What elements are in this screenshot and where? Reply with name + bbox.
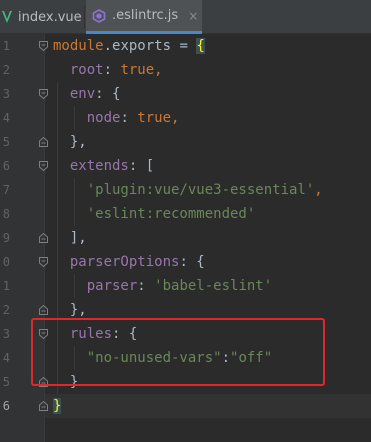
property-token: root (53, 62, 104, 78)
property-token: parserOptions (53, 254, 180, 270)
line-number: 9 (2, 231, 10, 245)
punctuation-token: : (137, 278, 155, 294)
line-number: 1 (2, 39, 10, 53)
punctuation-token: , (154, 62, 163, 78)
keyword-token: module (53, 38, 104, 54)
line-number: 5 (2, 375, 10, 389)
code-line: module.exports = { (53, 34, 205, 58)
punctuation-token: : (120, 110, 138, 126)
punctuation-token: : [ (128, 158, 155, 174)
line-number: 3 (2, 87, 10, 101)
property-token: extends (53, 158, 129, 174)
punctuation-token: : { (95, 86, 121, 102)
property-token: env (53, 86, 96, 102)
code-line: } (53, 394, 62, 418)
code-line: env: { (53, 82, 121, 106)
line-number: 1 (2, 279, 10, 293)
editor-tab-bar: index.vue .eslintrc.js × (0, 0, 371, 34)
code-line: extends: [ (53, 154, 154, 178)
code-line: parser: 'babel-eslint' (53, 274, 272, 298)
string-token: 'eslint:recommended' (86, 206, 256, 222)
editor-window: index.vue .eslintrc.js × 1 2 3 4 5 6 7 8… (0, 0, 371, 442)
string-token: 'plugin:vue/vue3-essential' (86, 182, 315, 198)
line-number: 4 (2, 111, 10, 125)
operator-token: = (171, 38, 197, 54)
string-token: 'babel-eslint' (154, 278, 273, 294)
keyword-token: true (120, 62, 155, 78)
tab-label: index.vue (18, 9, 82, 25)
code-line: root: true, (53, 58, 163, 82)
fold-collapse-icon[interactable] (39, 161, 48, 171)
fold-end-icon[interactable] (39, 401, 48, 411)
fold-end-icon[interactable] (39, 305, 48, 315)
matched-brace: } (53, 398, 62, 414)
punctuation-token: . (103, 38, 113, 54)
fold-end-icon[interactable] (39, 137, 48, 147)
punctuation-token: , (314, 182, 323, 198)
punctuation-token: : { (179, 254, 205, 270)
line-number: 0 (2, 255, 10, 269)
fold-collapse-icon[interactable] (39, 41, 48, 51)
tab-index-vue[interactable]: index.vue (0, 0, 84, 34)
line-number-current: 6 (2, 399, 10, 413)
punctuation-token: : (103, 62, 121, 78)
line-number: 6 (2, 159, 10, 173)
punctuation-token: , (171, 110, 180, 126)
tab-divider (84, 6, 85, 28)
code-line: node: true, (53, 106, 180, 130)
code-line: }, (53, 134, 87, 150)
line-number: 5 (2, 135, 10, 149)
line-number: 2 (2, 303, 10, 317)
property-token: parser (53, 278, 138, 294)
fold-end-icon[interactable] (39, 233, 48, 243)
matched-brace: { (196, 38, 205, 54)
eslint-icon (92, 8, 106, 23)
vue-icon (2, 11, 12, 23)
line-number: 8 (2, 207, 10, 221)
close-tab-icon[interactable]: × (188, 9, 198, 23)
code-line: 'plugin:vue/vue3-essential', (53, 178, 323, 202)
line-number: 4 (2, 351, 10, 365)
property-token: node (53, 110, 121, 126)
line-number: 3 (2, 327, 10, 341)
line-number: 2 (2, 63, 10, 77)
tab-label: .eslintrc.js (112, 8, 179, 23)
code-line: parserOptions: { (53, 250, 205, 274)
keyword-token: true (137, 110, 172, 126)
fold-collapse-icon[interactable] (39, 89, 48, 99)
identifier-token: exports (112, 38, 172, 54)
code-line: ], (53, 230, 87, 246)
code-line: 'eslint:recommended' (53, 202, 256, 226)
line-number: 7 (2, 183, 10, 197)
fold-collapse-icon[interactable] (39, 257, 48, 267)
annotation-highlight-box (31, 318, 325, 386)
tab-eslintrc-js[interactable]: .eslintrc.js × (86, 0, 202, 34)
